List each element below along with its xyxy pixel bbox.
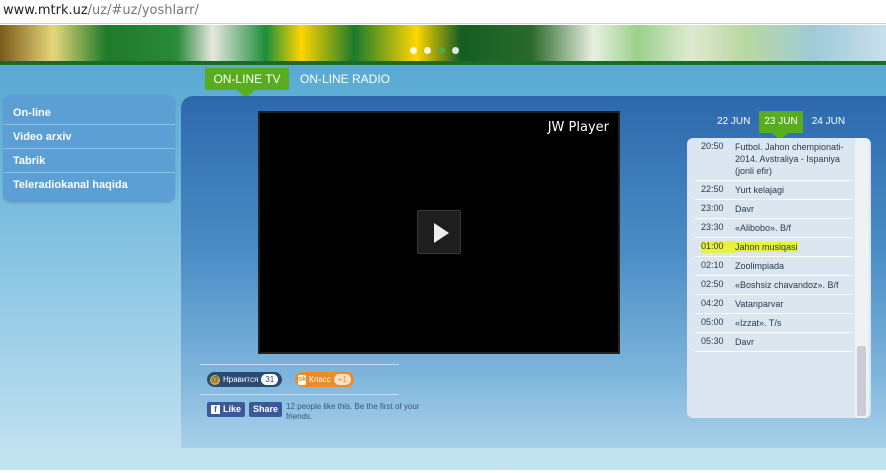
divider bbox=[200, 394, 399, 395]
facebook-icon: f bbox=[211, 405, 220, 414]
schedule-time: 23:30 bbox=[701, 222, 724, 232]
fb-like-button[interactable]: f Like bbox=[207, 402, 246, 417]
schedule-program-name: Vatanparvar bbox=[735, 299, 784, 309]
schedule-row[interactable]: 02:50 «Boshsiz chavandoz». B/f bbox=[695, 276, 852, 295]
schedule-row[interactable]: 05:30 Davr bbox=[695, 333, 852, 352]
date-tab-3[interactable]: 24 JUN bbox=[807, 111, 850, 133]
schedule-program-name: Davr bbox=[735, 337, 755, 347]
vk-like-count: 31 bbox=[261, 374, 279, 385]
slider-dot[interactable] bbox=[424, 47, 431, 54]
play-icon[interactable] bbox=[417, 210, 461, 254]
facebook-widget: f Like Share 12 people like this. Be the… bbox=[207, 402, 426, 422]
schedule-name-wrap: Zoolimpiada bbox=[735, 260, 852, 272]
video-player[interactable]: JW Player bbox=[258, 111, 620, 354]
sidebar-item-online[interactable]: On-line bbox=[3, 101, 175, 125]
slider-dot[interactable] bbox=[410, 47, 417, 54]
schedule-time: 04:20 bbox=[701, 298, 724, 308]
sidebar-item-video-archive[interactable]: Video arxiv bbox=[3, 125, 175, 149]
schedule-time: 05:00 bbox=[701, 317, 724, 327]
schedule-row[interactable]: 23:00 Davr bbox=[695, 200, 852, 219]
schedule-scrollbar[interactable] bbox=[855, 138, 869, 418]
schedule-name-wrap: Yurt kelajagi bbox=[735, 184, 852, 196]
fb-like-label: Like bbox=[223, 404, 242, 414]
url-path: /uz/#uz/yoshlarr/ bbox=[87, 3, 199, 18]
schedule-name-wrap: Futbol. Jahon chempionati-2014. Avstrali… bbox=[735, 141, 852, 177]
odnoklassniki-icon: ok bbox=[298, 374, 307, 385]
date-selector: 22 JUN 23 JUN 24 JUN bbox=[712, 111, 850, 140]
schedule-name-wrap: «Boshsiz chavandoz». B/f bbox=[735, 279, 852, 291]
schedule-program-name: Jahon musiqasi bbox=[735, 242, 798, 252]
schedule-program-name: Yurt kelajagi bbox=[735, 185, 785, 195]
schedule-row[interactable]: 02:10 Zoolimpiada bbox=[695, 257, 852, 276]
header-banner bbox=[0, 25, 886, 65]
schedule-name-wrap: «Izzat». T/s bbox=[735, 317, 852, 329]
schedule-name-wrap: Davr bbox=[735, 203, 852, 215]
schedule-items: 20:50 Futbol. Jahon chempionati-2014. Avs… bbox=[695, 138, 852, 352]
schedule-program-name: Zoolimpiada bbox=[735, 261, 785, 271]
ok-class-button[interactable]: ok Класс +1 bbox=[295, 372, 354, 387]
tab-online-radio[interactable]: ON-LINE RADIO bbox=[300, 68, 390, 90]
schedule-row[interactable]: 22:50 Yurt kelajagi bbox=[695, 181, 852, 200]
schedule-program-name: «Boshsiz chavandoz». B/f bbox=[735, 280, 839, 290]
schedule-time: 01:00 bbox=[701, 241, 735, 253]
slider-dot-active[interactable] bbox=[438, 47, 445, 54]
schedule-name-wrap: Davr bbox=[735, 336, 852, 348]
ok-class-label: Класс bbox=[309, 375, 331, 384]
divider bbox=[200, 364, 399, 365]
schedule-list: 20:50 Futbol. Jahon chempionati-2014. Avs… bbox=[687, 138, 871, 418]
sidebar-menu: On-line Video arxiv Tabrik Teleradiokana… bbox=[3, 95, 175, 202]
schedule-program-name: Davr bbox=[735, 204, 755, 214]
banner-slider-dots bbox=[410, 47, 459, 54]
schedule-program-name: «Izzat». T/s bbox=[735, 318, 782, 328]
schedule-row[interactable]: 23:30 «Alibobo». B/f bbox=[695, 219, 852, 238]
date-tab-1[interactable]: 22 JUN bbox=[712, 111, 755, 133]
schedule-row[interactable]: 04:20 Vatanparvar bbox=[695, 295, 852, 314]
schedule-time: 23:00 bbox=[701, 203, 724, 213]
schedule-time: 02:10 bbox=[701, 260, 724, 270]
sidebar-item-about[interactable]: Teleradiokanal haqida bbox=[3, 173, 175, 197]
vk-like-button[interactable]: @ Нравится 31 bbox=[207, 372, 283, 387]
schedule-time: 05:30 bbox=[701, 336, 724, 346]
schedule-program-name: «Alibobo». B/f bbox=[735, 223, 792, 233]
sidebar-item-greeting[interactable]: Tabrik bbox=[3, 149, 175, 173]
schedule-time: 22:50 bbox=[701, 184, 724, 194]
fb-like-text: 12 people like this. Be the first of you… bbox=[286, 402, 420, 421]
banner-band bbox=[0, 61, 886, 65]
scrollbar-thumb[interactable] bbox=[857, 346, 866, 416]
url-host: www.mtrk.uz bbox=[3, 3, 88, 18]
schedule-row[interactable]: 01:00 Jahon musiqasi bbox=[695, 238, 852, 257]
schedule-row[interactable]: 05:00 «Izzat». T/s bbox=[695, 314, 852, 333]
date-tab-2-active[interactable]: 23 JUN bbox=[759, 111, 803, 140]
fb-share-button[interactable]: Share bbox=[249, 402, 283, 417]
schedule-time: 20:50 bbox=[701, 141, 724, 151]
schedule-row[interactable]: 20:50 Futbol. Jahon chempionati-2014. Avs… bbox=[695, 138, 852, 181]
tab-online-tv[interactable]: ON-LINE TV bbox=[205, 68, 289, 98]
schedule-program-name: Futbol. Jahon chempionati-2014. Avstrali… bbox=[735, 142, 844, 176]
schedule-name-wrap: Jahon musiqasi bbox=[735, 241, 852, 253]
ok-class-count: +1 bbox=[333, 374, 351, 385]
address-bar[interactable]: www.mtrk.uz/uz/#uz/yoshlarr/ bbox=[0, 0, 886, 24]
schedule-name-wrap: Vatanparvar bbox=[735, 298, 852, 310]
slider-dot[interactable] bbox=[452, 47, 459, 54]
vk-icon: @ bbox=[210, 374, 220, 385]
schedule-name-wrap: «Alibobo». B/f bbox=[735, 222, 852, 234]
player-brand: JW Player bbox=[547, 120, 609, 135]
schedule-time: 02:50 bbox=[701, 279, 724, 289]
vk-like-label: Нравится bbox=[223, 375, 259, 384]
